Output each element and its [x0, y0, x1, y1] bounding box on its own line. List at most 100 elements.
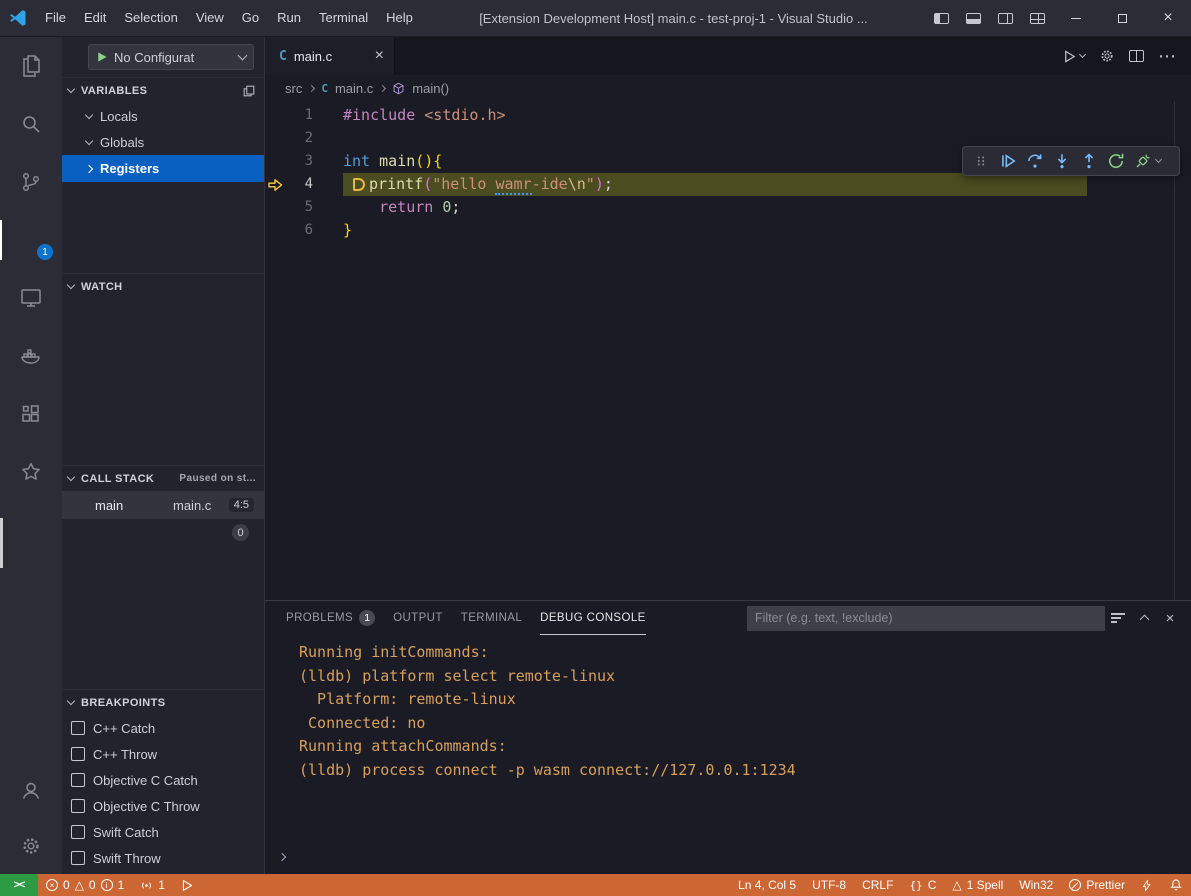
customize-layout-icon[interactable] [1021, 0, 1053, 36]
variables-item-locals[interactable]: Locals [62, 103, 264, 129]
code-line[interactable]: 5 return 0; [265, 196, 1191, 219]
step-out-button[interactable] [1075, 148, 1102, 174]
activity-run-debug[interactable]: 1 [0, 211, 62, 269]
menu-view[interactable]: View [187, 0, 233, 36]
continue-button[interactable] [994, 148, 1021, 174]
variables-item-globals[interactable]: Globals [62, 129, 264, 155]
code-line[interactable]: 6} [265, 219, 1191, 242]
launch-config-dropdown[interactable]: No Configurat [88, 44, 254, 70]
activity-search[interactable] [0, 95, 62, 153]
panel-tab-terminal[interactable]: TERMINAL [461, 601, 522, 635]
activity-explorer[interactable] [0, 37, 62, 95]
breakpoint-checkbox[interactable] [71, 825, 85, 839]
menu-run[interactable]: Run [268, 0, 310, 36]
breakpoint-row[interactable]: Objective C Catch [62, 767, 264, 793]
menu-terminal[interactable]: Terminal [310, 0, 377, 36]
activity-source-control[interactable] [0, 153, 62, 211]
breadcrumb-file[interactable]: main.c [335, 81, 373, 96]
more-actions-button[interactable]: ⋯ [1158, 46, 1177, 67]
menu-edit[interactable]: Edit [75, 0, 115, 36]
panel-tab-problems[interactable]: PROBLEMS1 [286, 601, 375, 635]
variables-section-header[interactable]: VARIABLES [62, 77, 264, 103]
collapse-all-icon[interactable] [242, 84, 256, 98]
console-filter-input[interactable] [747, 606, 1105, 631]
activity-remote-explorer[interactable] [0, 269, 62, 327]
minimize-button[interactable] [1053, 0, 1099, 36]
breakpoint-row[interactable]: Swift Catch [62, 819, 264, 845]
breakpoints-section-header[interactable]: BREAKPOINTS [62, 689, 264, 715]
problems-status[interactable]: ×0 △0 i1 [38, 874, 132, 896]
cursor-position[interactable]: Ln 4, Col 5 [730, 874, 804, 896]
toolbar-drag-handle[interactable] [967, 148, 994, 174]
formatter-status[interactable]: Prettier [1061, 874, 1133, 896]
filter-icon[interactable] [1105, 605, 1131, 631]
breakpoint-checkbox[interactable] [71, 799, 85, 813]
zap-icon [1141, 879, 1153, 892]
breakpoint-row[interactable]: C++ Throw [62, 741, 264, 767]
step-into-button[interactable] [1048, 148, 1075, 174]
eol-indicator[interactable]: CRLF [854, 874, 901, 896]
account-icon [19, 778, 43, 802]
breakpoint-row[interactable]: C++ Catch [62, 715, 264, 741]
console-input-chevron[interactable] [279, 847, 285, 865]
code-editor[interactable]: 1#include <stdio.h>23int main(){4 printf… [265, 101, 1191, 600]
spell-label: 1 Spell [967, 878, 1004, 892]
tab-main-c[interactable]: C main.c × [265, 37, 395, 75]
restart-button[interactable] [1102, 148, 1129, 174]
debug-toolbar [962, 146, 1180, 176]
close-button[interactable]: × [1145, 0, 1191, 36]
toggle-sidebar-icon[interactable] [925, 0, 957, 36]
inline-breakpoint-icon[interactable] [353, 178, 365, 191]
breadcrumb-folder[interactable]: src [285, 81, 302, 96]
ports-status[interactable]: 1 [132, 874, 173, 896]
settings-button[interactable] [0, 818, 62, 874]
gutter-glyph [265, 127, 285, 150]
disconnect-plug-icon [1134, 152, 1152, 170]
breakpoint-checkbox[interactable] [71, 773, 85, 787]
breakpoint-checkbox[interactable] [71, 851, 85, 865]
variables-item-registers[interactable]: Registers [62, 155, 264, 182]
callstack-frame[interactable]: main main.c 4:5 [62, 491, 264, 519]
menu-help[interactable]: Help [377, 0, 422, 36]
notifications-bell[interactable] [1161, 874, 1191, 896]
language-mode[interactable]: {} C [901, 874, 944, 896]
split-editor-button[interactable] [1129, 50, 1144, 62]
menu-file[interactable]: File [36, 0, 75, 36]
menu-selection[interactable]: Selection [115, 0, 186, 36]
breakpoint-row[interactable]: Objective C Throw [62, 793, 264, 819]
breakpoint-row[interactable]: Swift Throw [62, 845, 264, 871]
panel-tab-debug-console[interactable]: DEBUG CONSOLE [540, 601, 646, 635]
panel-tab-output[interactable]: OUTPUT [393, 601, 443, 635]
close-tab-icon[interactable]: × [375, 48, 384, 64]
encoding-indicator[interactable]: UTF-8 [804, 874, 854, 896]
zap-status[interactable] [1133, 874, 1161, 896]
breadcrumb-symbol[interactable]: main() [412, 81, 449, 96]
close-panel-icon[interactable]: × [1157, 605, 1183, 631]
disconnect-button[interactable] [1129, 148, 1156, 174]
account-button[interactable] [0, 762, 62, 818]
code-line[interactable]: 4 printf("hello wamr-ide\n"); [265, 173, 1191, 196]
code-line[interactable]: 1#include <stdio.h> [265, 104, 1191, 127]
remote-indicator[interactable]: >< [0, 874, 38, 896]
activity-marketplace[interactable] [0, 443, 62, 501]
debug-status[interactable] [173, 874, 202, 896]
editor-settings-button[interactable] [1099, 48, 1115, 64]
callstack-section-header[interactable]: CALL STACK Paused on st... [62, 465, 264, 491]
breakpoint-checkbox[interactable] [71, 721, 85, 735]
menu-go[interactable]: Go [233, 0, 268, 36]
toggle-secondary-sidebar-icon[interactable] [989, 0, 1021, 36]
activity-docker[interactable] [0, 327, 62, 385]
platform-indicator[interactable]: Win32 [1011, 874, 1061, 896]
spell-status[interactable]: △ 1 Spell [944, 874, 1011, 896]
toolbar-more-dropdown[interactable] [1156, 160, 1166, 162]
activity-extensions[interactable] [0, 385, 62, 443]
start-debugging-icon[interactable] [96, 51, 108, 63]
watch-section-header[interactable]: WATCH [62, 273, 264, 299]
step-over-button[interactable] [1021, 148, 1048, 174]
toggle-panel-icon[interactable] [957, 0, 989, 36]
maximize-button[interactable] [1099, 0, 1145, 36]
console-output[interactable]: Running initCommands:(lldb) platform sel… [265, 635, 1191, 874]
breakpoint-checkbox[interactable] [71, 747, 85, 761]
maximize-panel-icon[interactable] [1131, 605, 1157, 631]
run-file-button[interactable] [1062, 49, 1085, 64]
